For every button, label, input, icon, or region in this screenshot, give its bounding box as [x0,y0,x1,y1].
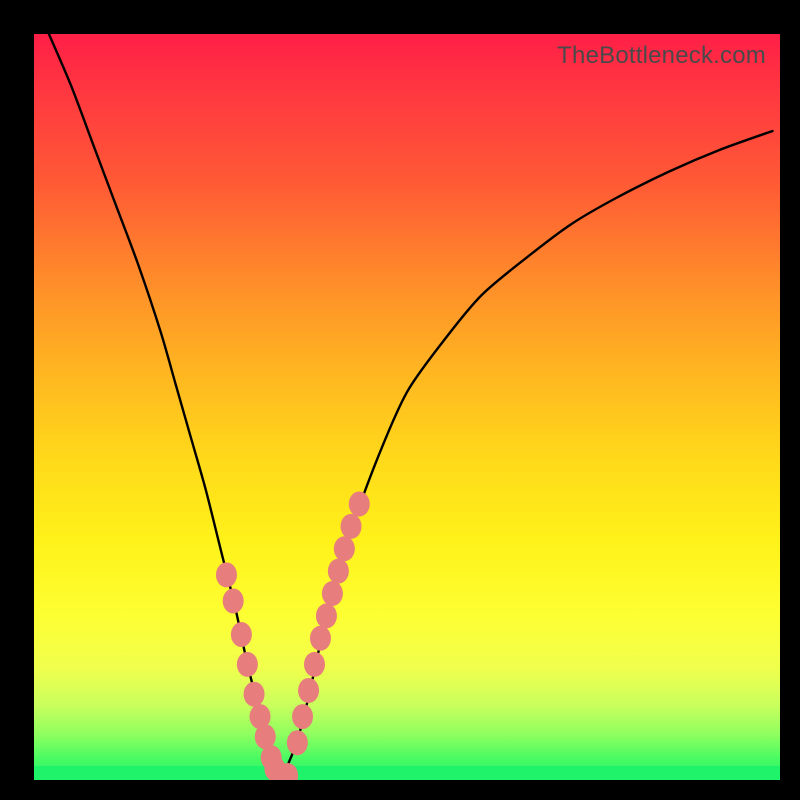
dot [216,562,237,587]
dot [237,652,258,677]
dot [334,536,355,561]
dot [322,581,343,606]
chart-frame: TheBottleneck.com [0,0,800,800]
dot [316,603,337,628]
dot [341,514,362,539]
dot [328,559,349,584]
dot [310,626,331,651]
watermark-label: TheBottleneck.com [557,42,766,70]
dot [223,588,244,613]
dot [231,622,252,647]
dot [244,682,265,707]
dot [349,491,370,516]
highlight-dots [216,491,370,780]
dot [298,678,319,703]
dot [287,730,308,755]
chart-svg [34,34,780,780]
dot [292,704,313,729]
dot [304,652,325,677]
plot-area: TheBottleneck.com [34,34,780,780]
bottleneck-curve [49,34,773,776]
